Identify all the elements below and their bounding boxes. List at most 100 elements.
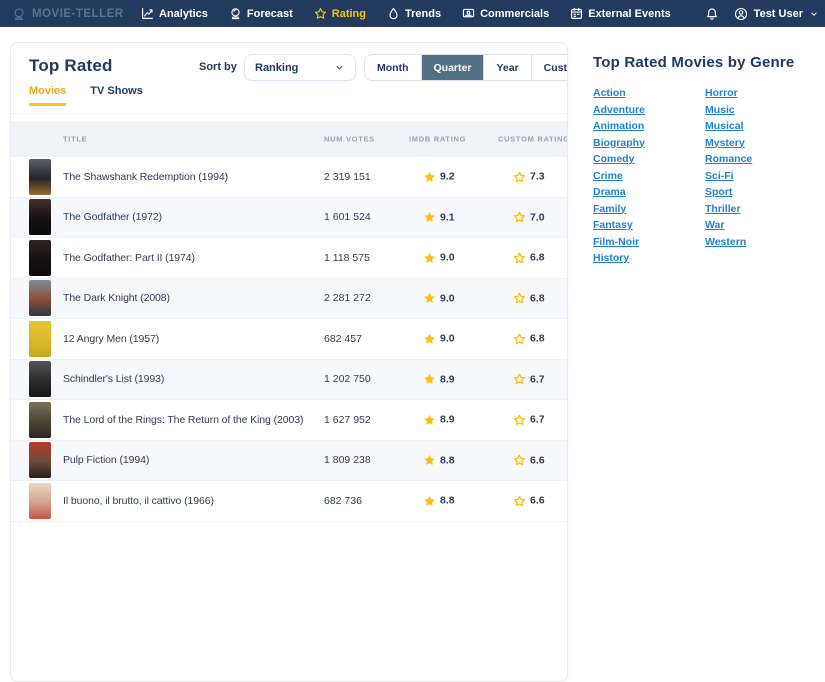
crystal-ball-icon xyxy=(229,7,242,20)
content-tabs: Movies TV Shows xyxy=(29,85,143,106)
user-avatar-icon xyxy=(734,7,748,21)
genre-link-film-noir[interactable]: Film-Noir xyxy=(593,236,639,248)
bell-icon[interactable] xyxy=(705,7,719,21)
movie-num-votes: 1 118 575 xyxy=(324,251,370,264)
table-row[interactable]: The Lord of the Rings: The Return of the… xyxy=(11,400,567,441)
table-row[interactable]: The Dark Knight (2008) 2 281 272 9.0 6.8 xyxy=(11,278,567,319)
genre-link-animation[interactable]: Animation xyxy=(593,121,644,132)
genre-link-family[interactable]: Family xyxy=(593,203,626,215)
movie-title: The Godfather (1972) xyxy=(63,211,162,224)
star-outline-icon xyxy=(513,414,526,425)
genre-link-music[interactable]: Music xyxy=(705,104,735,116)
genre-column-1: Action Adventure Animation Biography Comedy C… xyxy=(593,88,705,264)
custom-rating[interactable]: 6.7 xyxy=(513,413,545,426)
genres-panel: Top Rated Movies by Genre Action Adventur… xyxy=(593,54,818,264)
movie-title: 12 Angry Men (1957) xyxy=(63,332,160,345)
nav-item-commercials[interactable]: Commercials xyxy=(462,7,549,20)
table-row[interactable]: Schindler's List (1993) 1 202 750 8.9 6.7 xyxy=(11,359,567,400)
imdb-rating: 9.0 xyxy=(423,251,455,264)
line-chart-icon xyxy=(141,7,154,20)
user-menu[interactable]: Test User xyxy=(734,7,819,21)
star-outline-icon xyxy=(513,171,526,182)
nav-item-trends[interactable]: Trends xyxy=(387,7,441,20)
movie-poster xyxy=(29,320,51,357)
user-name: Test User xyxy=(753,7,803,20)
imdb-rating: 8.9 xyxy=(423,413,455,426)
star-outline-icon xyxy=(513,252,526,263)
custom-rating[interactable]: 7.0 xyxy=(513,211,545,224)
period-option-month[interactable]: Month xyxy=(365,55,421,80)
sort-by-label: Sort by xyxy=(199,61,237,73)
star-filled-icon xyxy=(424,212,435,223)
genre-link-adventure[interactable]: Adventure xyxy=(593,104,645,116)
genre-columns: Action Adventure Animation Biography Comedy C… xyxy=(593,88,818,264)
movie-poster xyxy=(29,239,51,276)
custom-rating[interactable]: 6.8 xyxy=(513,292,545,305)
star-filled-icon xyxy=(424,293,435,304)
genre-link-war[interactable]: War xyxy=(705,220,724,231)
movie-title: Il buono, il brutto, il cattivo (1966) xyxy=(63,494,214,507)
custom-rating[interactable]: 6.8 xyxy=(513,332,545,345)
genre-link-action[interactable]: Action xyxy=(593,88,626,99)
genre-link-comedy[interactable]: Comedy xyxy=(593,154,634,165)
imdb-rating: 8.8 xyxy=(423,494,455,507)
app-logo[interactable]: MOVIE-TELLER xyxy=(12,0,124,27)
table-row[interactable]: The Godfather (1972) 1 601 524 9.1 7.0 xyxy=(11,197,567,238)
table-row[interactable]: Pulp Fiction (1994) 1 809 238 8.8 6.6 xyxy=(11,440,567,481)
nav-item-forecast[interactable]: Forecast xyxy=(229,7,293,20)
star-filled-icon xyxy=(424,414,435,425)
movie-poster xyxy=(29,158,51,195)
tab-tv-shows[interactable]: TV Shows xyxy=(90,85,143,106)
genre-link-mystery[interactable]: Mystery xyxy=(705,137,745,149)
tab-movies[interactable]: Movies xyxy=(29,85,67,106)
imdb-rating: 9.0 xyxy=(423,332,455,345)
genre-link-drama[interactable]: Drama xyxy=(593,187,626,198)
genre-link-crime[interactable]: Crime xyxy=(593,170,623,182)
genre-link-western[interactable]: Western xyxy=(705,236,746,248)
imdb-rating: 8.9 xyxy=(423,373,455,386)
main-nav: Analytics Forecast Rating Trends Commercials… xyxy=(141,0,671,27)
genre-link-fantasy[interactable]: Fantasy xyxy=(593,220,633,231)
genre-link-horror[interactable]: Horror xyxy=(705,88,738,99)
movie-poster xyxy=(29,280,51,317)
genre-link-sci-fi[interactable]: Sci-Fi xyxy=(705,170,734,182)
tabs-divider xyxy=(11,113,567,114)
period-option-quarter[interactable]: Quarter xyxy=(420,55,484,80)
custom-rating[interactable]: 6.8 xyxy=(513,251,545,264)
genre-link-thriller[interactable]: Thriller xyxy=(705,203,741,215)
movie-num-votes: 1 202 750 xyxy=(324,373,371,386)
period-option-year[interactable]: Year xyxy=(483,55,531,80)
nav-item-external-events[interactable]: External Events xyxy=(570,7,671,20)
sort-dropdown[interactable]: Ranking xyxy=(244,54,356,81)
movies-table-body: The Shawshank Redemption (1994) 2 319 151… xyxy=(11,157,567,522)
table-header-row: TITLE NUM VOTES IMDB RATING CUSTOM RATIN… xyxy=(11,121,567,157)
table-row[interactable]: The Shawshank Redemption (1994) 2 319 151… xyxy=(11,157,567,198)
column-header-title: TITLE xyxy=(63,134,88,144)
topbar-right-group: Test User xyxy=(705,0,819,27)
genre-link-biography[interactable]: Biography xyxy=(593,137,645,149)
movie-num-votes: 2 319 151 xyxy=(324,170,371,183)
table-row[interactable]: Il buono, il brutto, il cattivo (1966) 68… xyxy=(11,481,567,522)
period-option-custom[interactable]: Custom xyxy=(530,55,567,80)
genre-link-history[interactable]: History xyxy=(593,253,629,264)
star-filled-icon xyxy=(424,374,435,385)
custom-rating[interactable]: 6.6 xyxy=(513,494,545,507)
nav-item-rating[interactable]: Rating xyxy=(314,7,366,20)
genres-panel-title: Top Rated Movies by Genre xyxy=(593,54,795,71)
star-outline-icon xyxy=(513,454,526,466)
table-row[interactable]: The Godfather: Part II (1974) 1 118 575 9.… xyxy=(11,238,567,279)
genre-link-musical[interactable]: Musical xyxy=(705,121,744,132)
genre-link-sport[interactable]: Sport xyxy=(705,187,732,198)
genre-link-romance[interactable]: Romance xyxy=(705,154,752,165)
star-outline-icon xyxy=(513,495,526,506)
movie-num-votes: 2 281 272 xyxy=(324,292,371,305)
custom-rating[interactable]: 6.6 xyxy=(513,454,545,467)
table-row[interactable]: 12 Angry Men (1957) 682 457 9.0 6.8 xyxy=(11,319,567,360)
custom-rating[interactable]: 7.3 xyxy=(513,170,545,183)
custom-rating[interactable]: 6.7 xyxy=(513,373,545,386)
drop-icon xyxy=(387,7,400,20)
top-rated-card: Top Rated Sort by Ranking Month Quarter Ye… xyxy=(10,42,568,682)
movie-poster xyxy=(29,442,51,479)
nav-item-label: Rating xyxy=(331,7,367,20)
nav-item-analytics[interactable]: Analytics xyxy=(141,7,208,20)
